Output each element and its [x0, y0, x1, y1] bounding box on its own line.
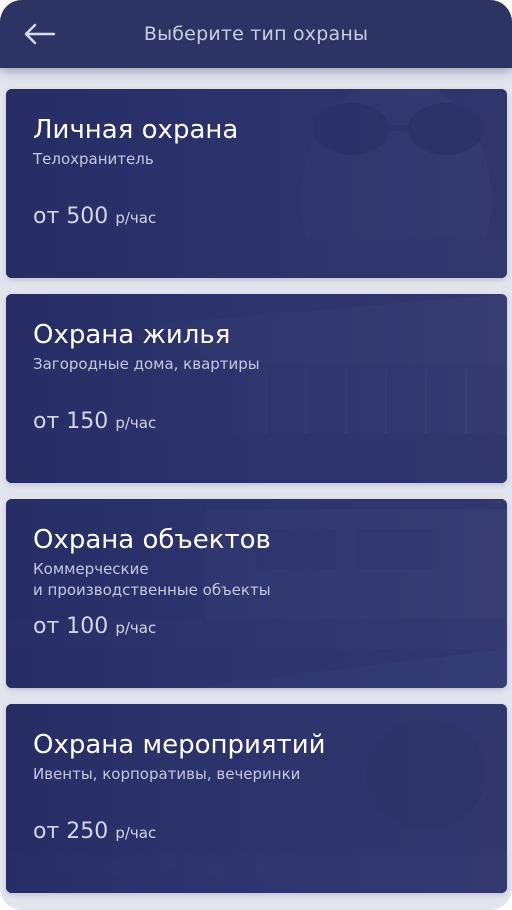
card-title: Охрана жилья: [33, 320, 231, 350]
card-subtitle: Ивенты, корпоративы, вечеринки: [33, 765, 301, 783]
price-unit: р/час: [115, 824, 157, 842]
card-subtitle: Загородные дома, квартиры: [33, 355, 260, 373]
price-unit: р/час: [115, 209, 157, 227]
card-price: от 150 р/час: [33, 409, 156, 434]
screen: Выберите тип охраны Личная охрана Телохр…: [0, 0, 512, 910]
card-price: от 250 р/час: [33, 819, 156, 844]
service-card-events[interactable]: Охрана мероприятий Ивенты, корпоративы, …: [6, 704, 507, 893]
price-amount: от 250: [33, 819, 109, 844]
app-header: Выберите тип охраны: [0, 0, 512, 68]
card-title: Охрана объектов: [33, 525, 271, 555]
service-card-objects[interactable]: Охрана объектов Коммерческие и производс…: [6, 499, 507, 688]
card-title: Личная охрана: [33, 115, 239, 145]
price-amount: от 100: [33, 614, 109, 639]
card-price: от 100 р/час: [33, 614, 156, 639]
price-unit: р/час: [115, 414, 157, 432]
card-title: Охрана мероприятий: [33, 730, 326, 760]
card-subtitle: Коммерческие и производственные объекты: [33, 560, 271, 599]
service-card-housing[interactable]: Охрана жилья Загородные дома, квартиры о…: [6, 294, 507, 483]
price-amount: от 150: [33, 409, 109, 434]
page-title: Выберите тип охраны: [143, 23, 369, 45]
price-amount: от 500: [33, 204, 109, 229]
price-unit: р/час: [115, 619, 157, 637]
service-card-personal[interactable]: Личная охрана Телохранитель от 500 р/час: [6, 89, 507, 278]
card-subtitle: Телохранитель: [33, 150, 154, 168]
card-price: от 500 р/час: [33, 204, 156, 229]
